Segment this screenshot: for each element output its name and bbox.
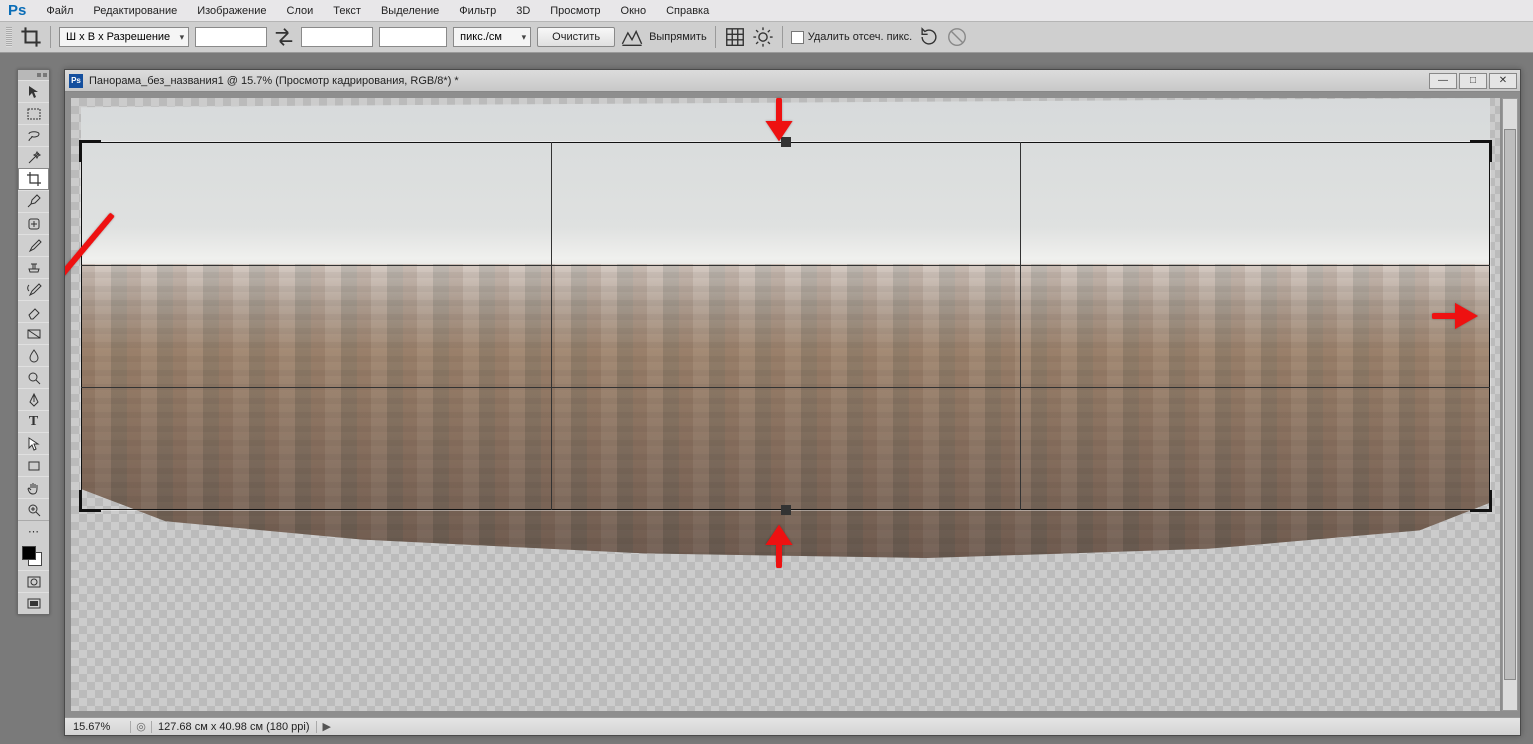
document-title: Панорама_без_названия1 @ 15.7% (Просмотр… [89, 75, 459, 87]
window-close-button[interactable]: ✕ [1489, 73, 1517, 89]
menu-window[interactable]: Окно [611, 0, 657, 22]
magic-wand-tool[interactable] [18, 146, 49, 168]
document-titlebar[interactable]: Ps Панорама_без_названия1 @ 15.7% (Просм… [65, 70, 1520, 92]
scrollbar-thumb[interactable] [1504, 129, 1516, 680]
crop-width-input[interactable] [195, 27, 267, 47]
crop-corner-bottom-right[interactable] [1470, 490, 1492, 512]
crop-grid-line [1020, 142, 1021, 510]
healing-brush-tool[interactable] [18, 212, 49, 234]
crop-grid-line [81, 265, 1490, 266]
gradient-tool[interactable] [18, 322, 49, 344]
document-window: Ps Панорама_без_названия1 @ 15.7% (Просм… [64, 69, 1521, 736]
status-bar: 15.67% ◎ 127.68 см x 40.98 см (180 ppi) … [65, 717, 1520, 735]
crop-tool-icon[interactable] [20, 26, 42, 48]
straighten-label[interactable]: Выпрямить [649, 31, 707, 43]
delete-cropped-label: Удалить отсеч. пикс. [808, 31, 913, 43]
document-icon: Ps [69, 74, 83, 88]
menu-bar: Ps Файл Редактирование Изображение Слои … [0, 0, 1533, 22]
menu-view[interactable]: Просмотр [540, 0, 610, 22]
crop-corner-bottom-left[interactable] [79, 490, 101, 512]
menu-layers[interactable]: Слои [277, 0, 324, 22]
type-tool[interactable]: T [18, 410, 49, 432]
history-brush-tool[interactable] [18, 278, 49, 300]
marquee-tool[interactable] [18, 102, 49, 124]
window-minimize-button[interactable]: — [1429, 73, 1457, 89]
menu-filter[interactable]: Фильтр [449, 0, 506, 22]
clone-stamp-tool[interactable] [18, 256, 49, 278]
canvas-area[interactable] [65, 92, 1520, 717]
crop-corner-top-left[interactable] [79, 140, 101, 162]
path-selection-tool[interactable] [18, 432, 49, 454]
menu-edit[interactable]: Редактирование [83, 0, 187, 22]
hand-tool[interactable] [18, 476, 49, 498]
crop-handle-bottom[interactable] [781, 505, 791, 515]
reset-crop-icon[interactable] [918, 26, 940, 48]
quick-mask-toggle[interactable] [18, 570, 49, 592]
annotation-arrow-down-icon [765, 98, 793, 149]
crop-overlay-icon[interactable] [724, 26, 746, 48]
crop-settings-icon[interactable] [752, 26, 774, 48]
blur-tool[interactable] [18, 344, 49, 366]
clear-button[interactable]: Очистить [537, 27, 615, 47]
menu-text[interactable]: Текст [323, 0, 371, 22]
pen-tool[interactable] [18, 388, 49, 410]
zoom-tool[interactable] [18, 498, 49, 520]
edit-toolbar[interactable]: ⋯ [18, 520, 49, 542]
dodge-tool[interactable] [18, 366, 49, 388]
annotation-arrow-up-icon [765, 520, 793, 571]
annotation-arrow-right-icon [1432, 302, 1480, 333]
status-menu-icon[interactable]: ▶ [317, 720, 337, 733]
options-bar: Ш x В x Разрешение пикс./см Очистить Вып… [0, 22, 1533, 53]
eraser-tool[interactable] [18, 300, 49, 322]
crop-grid-line [551, 142, 552, 510]
swap-dimensions-icon[interactable] [273, 26, 295, 48]
options-grip[interactable] [6, 27, 12, 47]
color-swatches[interactable] [18, 542, 49, 570]
crop-grid-line [81, 387, 1490, 388]
foreground-color-swatch[interactable] [22, 546, 36, 560]
menu-3d[interactable]: 3D [506, 0, 540, 22]
tools-panel-header[interactable] [18, 70, 49, 80]
document-dimensions[interactable]: 127.68 см x 40.98 см (180 ppi) [151, 721, 317, 733]
zoom-level[interactable]: 15.67% [65, 721, 131, 733]
screen-mode-toggle[interactable] [18, 592, 49, 614]
resolution-units-select[interactable]: пикс./см [453, 27, 531, 47]
crop-border[interactable] [81, 142, 1490, 510]
menu-image[interactable]: Изображение [187, 0, 276, 22]
crop-tool[interactable] [18, 168, 49, 190]
brush-tool[interactable] [18, 234, 49, 256]
menu-file[interactable]: Файл [36, 0, 83, 22]
straighten-icon[interactable] [621, 26, 643, 48]
vertical-scrollbar[interactable] [1502, 98, 1518, 711]
lasso-tool[interactable] [18, 124, 49, 146]
cancel-crop-icon[interactable] [946, 26, 968, 48]
crop-resolution-input[interactable] [379, 27, 447, 47]
window-maximize-button[interactable]: □ [1459, 73, 1487, 89]
crop-height-input[interactable] [301, 27, 373, 47]
shape-tool[interactable] [18, 454, 49, 476]
menu-help[interactable]: Справка [656, 0, 719, 22]
menu-select[interactable]: Выделение [371, 0, 449, 22]
crop-overlay[interactable] [81, 142, 1490, 510]
eyedropper-tool[interactable] [18, 190, 49, 212]
ratio-preset-select[interactable]: Ш x В x Разрешение [59, 27, 189, 47]
app-logo: Ps [0, 2, 36, 19]
move-tool[interactable] [18, 80, 49, 102]
tools-panel: T ⋯ [17, 69, 50, 615]
delete-cropped-checkbox[interactable]: Удалить отсеч. пикс. [791, 31, 913, 44]
status-icon[interactable]: ◎ [131, 720, 151, 733]
crop-corner-top-right[interactable] [1470, 140, 1492, 162]
